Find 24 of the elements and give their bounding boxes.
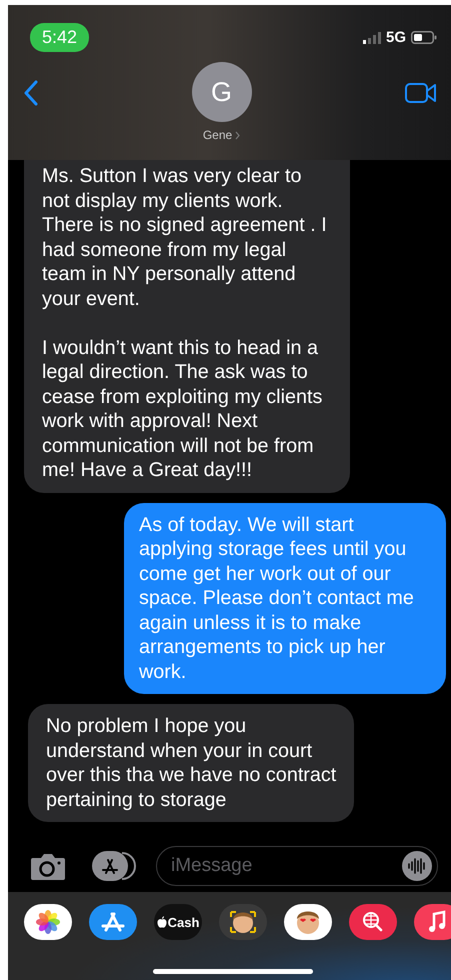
app-store-icon[interactable] (92, 851, 136, 881)
battery-icon (411, 31, 437, 44)
network-label: 5G (386, 29, 406, 46)
back-icon[interactable] (24, 80, 38, 106)
music-note-app-icon[interactable] (414, 904, 451, 940)
cash-label: Cash (168, 914, 200, 930)
globe-search-app-icon[interactable] (349, 904, 397, 940)
cash-app-button[interactable]: Cash (154, 904, 202, 940)
received-message: Ms. Sutton I was very clear to not display my clients work. There is no signed agreement . I had someone from my legal team in NY personally attend your event. I wouldn’t want this to head in a legal direction. The ask was to cease from exploiting my clients work with approval! Next communication will not be from me! Have a Great day!!! (24, 160, 350, 492)
app-store-app-icon[interactable] (89, 904, 137, 940)
video-camera-icon[interactable] (405, 83, 437, 103)
cartoon-sticker-app-icon[interactable] (284, 904, 332, 940)
camera-icon[interactable] (30, 852, 66, 880)
apple-logo-icon (156, 916, 167, 928)
status-time: 5:42 (30, 23, 90, 52)
chevron-icon (235, 130, 240, 140)
photos-app-icon[interactable] (24, 904, 72, 940)
sent-message: As of today. We will start applying storage fees until you come get her work out of our space. Please don’t contact me again unless it is to make arrangements to pick up her work. (124, 502, 446, 694)
signal-icon (362, 32, 381, 44)
received-message: No problem I hope you understand when your in court over this tha we have no contract pertaining to storage (28, 704, 354, 822)
audio-waveform-icon[interactable] (402, 851, 432, 881)
cartoon-avatar-app-icon[interactable] (219, 904, 267, 940)
contact-name[interactable]: Gene (202, 128, 232, 142)
message-input-field[interactable]: iMessage (156, 846, 438, 886)
